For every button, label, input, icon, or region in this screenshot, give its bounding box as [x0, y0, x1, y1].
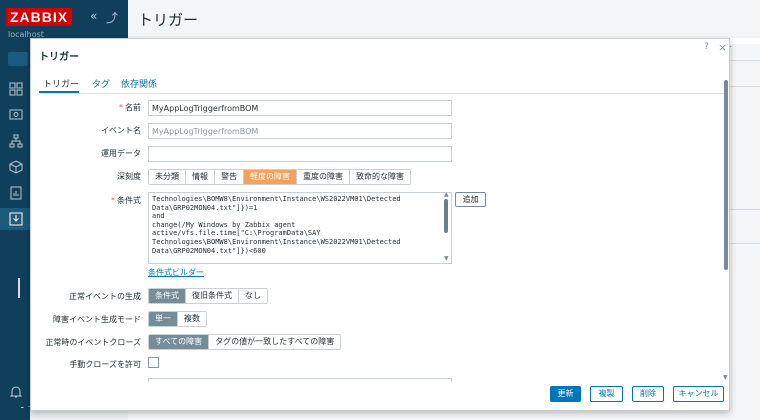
problem-mode-multiple[interactable]: 複数 — [177, 312, 206, 326]
reports-icon[interactable] — [9, 186, 23, 200]
inventory-icon[interactable] — [9, 160, 23, 174]
sidebar-scrollbar[interactable] — [18, 278, 20, 298]
background-divider — [728, 60, 760, 61]
background-divider — [728, 209, 760, 210]
expression-builder-link[interactable]: 条件式ビルダー — [148, 267, 204, 278]
sidebar — [0, 0, 30, 420]
problem-mode-single[interactable]: 単一 — [149, 312, 177, 326]
dialog-scroll-down-icon[interactable]: ▼ — [723, 374, 728, 381]
severity-high[interactable]: 重度の障害 — [296, 170, 349, 184]
severity-average[interactable]: 軽度の障害 — [243, 170, 296, 184]
monitoring-icon[interactable] — [9, 108, 23, 122]
delete-button[interactable]: 削除 — [632, 386, 664, 402]
update-button[interactable]: 更新 — [550, 386, 581, 402]
tab-tags[interactable]: タグ — [92, 77, 110, 90]
name-input[interactable]: MyAppLogTriggerfromBOM — [148, 100, 452, 116]
background-divider — [728, 243, 760, 244]
clone-button[interactable]: 複製 — [590, 386, 623, 402]
textarea-scroll-up-icon[interactable]: ▲ — [444, 191, 449, 198]
collapse-sidebar-icon[interactable]: « — [90, 9, 97, 23]
sidebar-header: ZABBIX « ⤴ localhost — [0, 0, 128, 39]
cancel-button[interactable]: キャンセル — [673, 386, 724, 402]
dialog-scrollbar[interactable] — [724, 80, 728, 270]
event-name-label: イベント名 — [101, 126, 141, 135]
severity-information[interactable]: 情報 — [185, 170, 214, 184]
name-label: * 名前 — [119, 103, 141, 112]
ok-close-all-problems[interactable]: すべての障害 — [149, 335, 209, 349]
sidebar-search[interactable] — [8, 52, 28, 66]
expression-textarea[interactable]: Technologies\BOMW8\Environment\Instance\… — [148, 192, 452, 264]
severity-label: 深刻度 — [117, 172, 141, 181]
problem-mode-label: 障害イベント生成モード — [53, 315, 141, 324]
event-name-input[interactable]: MyAppLogTriggerfromBOM — [148, 123, 452, 139]
severity-not-classified[interactable]: 未分類 — [149, 170, 185, 184]
tab-dependencies[interactable]: 依存関係 — [121, 77, 157, 90]
network-icon[interactable] — [9, 134, 23, 148]
manual-close-label: 手動クローズを許可 — [69, 360, 141, 369]
dialog-footer: 更新 複製 削除 キャンセル — [31, 382, 729, 410]
tab-trigger[interactable]: トリガー — [43, 77, 79, 90]
trigger-dialog: トリガー ? × トリガー タグ 依存関係 * 名前 MyAppLogTrigge… — [30, 38, 730, 411]
bell-icon[interactable] — [9, 385, 23, 399]
close-icon[interactable]: × — [718, 41, 727, 54]
expression-label: * 条件式 — [111, 196, 141, 205]
dashboard-icon[interactable] — [9, 82, 23, 96]
problem-mode-selector: 単一 複数 — [148, 311, 207, 327]
manual-close-checkbox[interactable] — [148, 357, 159, 368]
ok-event-none[interactable]: なし — [238, 289, 267, 303]
data-collection-icon[interactable] — [9, 212, 23, 226]
operational-data-input[interactable] — [148, 146, 452, 162]
ok-event-expression[interactable]: 条件式 — [149, 289, 185, 303]
severity-warning[interactable]: 警告 — [214, 170, 243, 184]
add-expression-button[interactable]: 追加 — [455, 192, 486, 207]
ok-event-selector: 条件式 復旧条件式 なし — [148, 288, 268, 304]
dialog-title: トリガー — [39, 52, 79, 63]
textarea-scrollbar[interactable] — [444, 199, 448, 233]
ok-close-tag-match[interactable]: タグの値が一致したすべての障害 — [208, 335, 340, 349]
background-divider — [728, 86, 760, 87]
page-title: トリガー — [138, 11, 199, 29]
help-icon[interactable]: ? — [704, 42, 709, 52]
kiosk-mode-icon[interactable]: ⤴ — [106, 9, 118, 26]
ok-close-label: 正常時のイベントクローズ — [45, 338, 141, 347]
severity-selector: 未分類 情報 警告 軽度の障害 重度の障害 致命的な障害 — [148, 169, 411, 185]
severity-disaster[interactable]: 致命的な障害 — [349, 170, 410, 184]
ok-close-selector: すべての障害 タグの値が一致したすべての障害 — [148, 334, 342, 350]
operational-data-label: 運用データ — [101, 149, 141, 158]
textarea-scroll-down-icon[interactable]: ▼ — [444, 255, 449, 262]
tabs-divider — [39, 93, 725, 94]
ok-event-recovery-expression[interactable]: 復旧条件式 — [185, 289, 238, 303]
zabbix-logo[interactable]: ZABBIX — [6, 8, 72, 26]
ok-event-label: 正常イベントの生成 — [69, 292, 141, 301]
